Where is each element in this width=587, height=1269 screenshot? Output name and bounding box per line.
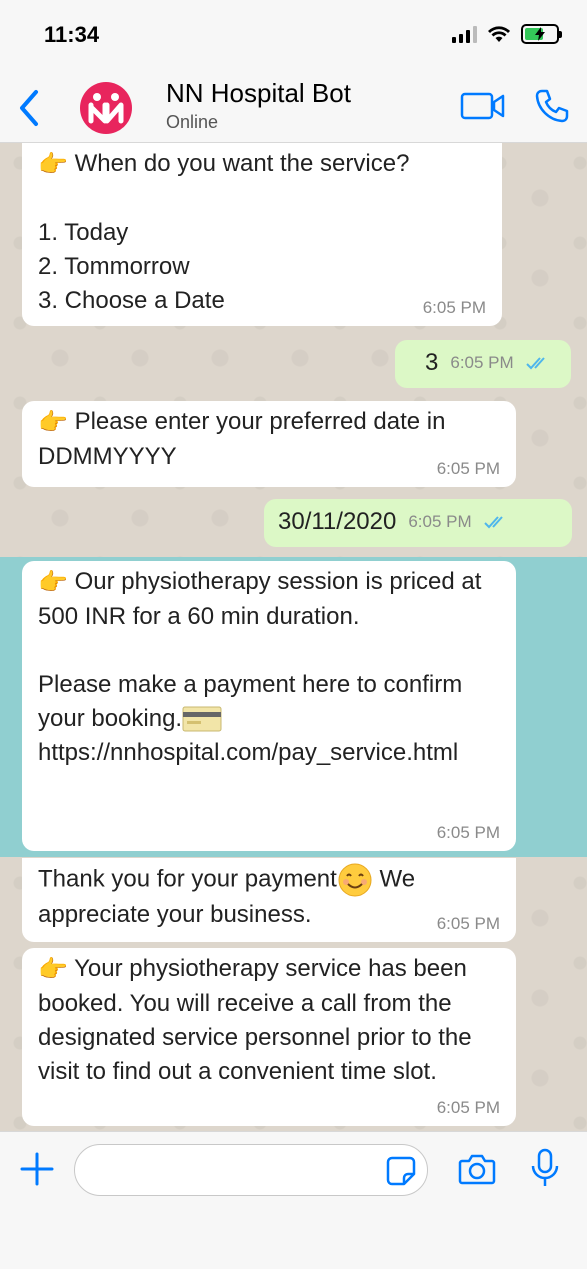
status-bar: 11:34 <box>0 0 587 70</box>
pointing-finger-icon: 👉 <box>38 568 68 596</box>
wifi-icon <box>488 26 510 42</box>
pointing-finger-icon: 👉 <box>38 955 68 983</box>
input-bar <box>0 1131 587 1269</box>
pointing-finger-icon: 👉 <box>38 408 68 436</box>
incoming-message[interactable]: 👉 Please enter your preferred date in DD… <box>22 401 516 487</box>
message-text: Thank you for your payment We appreciate… <box>38 862 500 932</box>
incoming-message[interactable]: 👉 Your physiotherapy service has been bo… <box>22 948 516 1126</box>
read-ticks-icon <box>483 516 503 529</box>
incoming-message[interactable]: 👉 Our physiotherapy session is priced at… <box>22 561 516 851</box>
message-time: 6:05 PM <box>436 1098 500 1117</box>
message-time: 6:05 PM <box>408 512 472 531</box>
chat-header: NN Hospital Bot Online <box>0 70 587 143</box>
message-text: 👉 When do you want the service? 1. Today… <box>38 147 486 318</box>
message-time: 6:05 PM <box>422 298 486 317</box>
message-text: 👉 Our physiotherapy session is priced at… <box>38 565 500 770</box>
message-text: 👉 Your physiotherapy service has been bo… <box>38 952 500 1089</box>
message-text: 3 <box>425 349 439 376</box>
camera-icon[interactable] <box>458 1152 496 1186</box>
outgoing-message[interactable]: 30/11/2020 6:05 PM <box>264 499 572 547</box>
status-time: 11:34 <box>44 22 100 47</box>
battery-icon <box>521 24 562 44</box>
read-ticks-icon <box>525 357 545 370</box>
sticker-icon[interactable] <box>386 1156 416 1186</box>
hospital-logo-icon <box>88 93 124 124</box>
message-time: 6:05 PM <box>436 823 500 842</box>
message-time: 6:05 PM <box>436 914 500 933</box>
plus-icon[interactable] <box>20 1152 54 1186</box>
incoming-message[interactable]: Thank you for your payment We appreciate… <box>22 858 516 942</box>
message-text: 👉 Please enter your preferred date in DD… <box>38 405 500 474</box>
incoming-message[interactable]: 👉 When do you want the service? 1. Today… <box>22 143 502 326</box>
pointing-finger-icon: 👉 <box>38 150 68 178</box>
microphone-icon[interactable] <box>530 1148 560 1188</box>
video-call-icon[interactable] <box>460 90 506 122</box>
payment-link[interactable]: https://nnhospital.com/pay_service.html <box>38 739 458 766</box>
phone-call-icon[interactable] <box>534 88 570 124</box>
outgoing-message[interactable]: 3 6:05 PM <box>395 340 571 388</box>
cellular-signal-icon <box>452 25 477 43</box>
smiling-face-icon <box>338 863 372 897</box>
contact-name[interactable]: NN Hospital Bot <box>166 78 351 109</box>
message-text: 30/11/2020 <box>278 508 397 535</box>
message-time: 6:05 PM <box>450 353 514 372</box>
back-chevron-icon[interactable] <box>14 88 44 128</box>
avatar[interactable] <box>80 82 132 134</box>
message-input[interactable] <box>74 1144 428 1196</box>
message-time: 6:05 PM <box>436 459 500 478</box>
chat-area[interactable]: 👉 When do you want the service? 1. Today… <box>0 143 587 1131</box>
credit-card-icon <box>182 706 222 732</box>
status-icons <box>452 24 562 44</box>
contact-status: Online <box>166 112 219 132</box>
